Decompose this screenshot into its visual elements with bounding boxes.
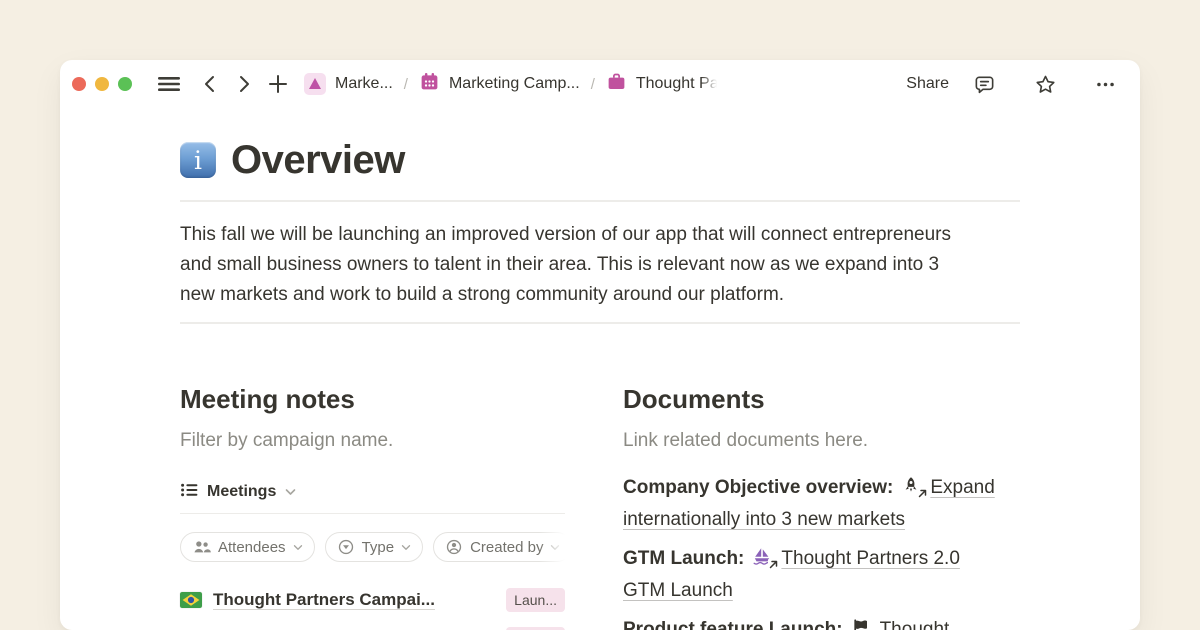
window-topbar: Marke... / Marketing Camp... / [60, 60, 1140, 108]
filter-chip-attendees[interactable]: Attendees [180, 532, 315, 562]
intro-paragraph: This fall we will be launching an improv… [180, 220, 1020, 310]
document-links: Company Objective overview: Expandintern… [623, 472, 1005, 630]
breadcrumb-item-workspace[interactable]: Marke... [304, 73, 393, 95]
traffic-lights [72, 77, 132, 91]
minimize-window-button[interactable] [95, 77, 109, 91]
doc-page-link[interactable]: Thought [880, 619, 950, 630]
chevron-down-icon [285, 483, 296, 501]
list-item: Product feature Launch: Thought [623, 614, 1005, 630]
attendees-icon [192, 538, 211, 556]
brazil-flag-icon [180, 592, 202, 608]
view-tab-label: Meetings [207, 483, 276, 501]
row-title[interactable]: Thought Partners Campai... [213, 590, 435, 610]
new-page-icon[interactable] [268, 74, 288, 94]
two-column-layout: Meeting notes Filter by campaign name. M… [180, 384, 1020, 630]
intro-line: This fall we will be launching an improv… [180, 220, 1020, 250]
back-icon[interactable] [200, 74, 220, 94]
meeting-notes-caption: Filter by campaign name. [180, 428, 565, 454]
divider [180, 322, 1020, 324]
bulleted-list-icon [180, 481, 198, 504]
documents-caption: Link related documents here. [623, 428, 1005, 454]
favorite-star-icon[interactable] [1034, 73, 1057, 96]
page-content: i Overview This fall we will be launchin… [60, 136, 1140, 630]
documents-heading: Documents [623, 384, 1005, 414]
filter-chips-row: Attendees Type [180, 531, 565, 563]
breadcrumb-label: Thought Pa [636, 75, 719, 93]
flag-icon [851, 617, 872, 630]
comments-icon[interactable] [973, 73, 996, 96]
link-arrow-icon [917, 488, 927, 498]
doc-label: GTM Launch: [623, 548, 744, 569]
breadcrumb-label: Marketing Camp... [449, 75, 580, 93]
chevron-down-icon [293, 544, 303, 551]
forward-icon[interactable] [234, 74, 254, 94]
sidebar-toggle-icon[interactable] [158, 74, 180, 94]
briefcase-icon [606, 71, 627, 97]
list-item: Company Objective overview: Expandintern… [623, 472, 1005, 536]
divider [180, 200, 1020, 202]
status-badge: Laun... [506, 588, 565, 612]
breadcrumb-separator: / [404, 76, 408, 93]
meeting-rows: Thought Partners Campai... Laun... Thoug… [180, 585, 565, 630]
breadcrumb: Marke... / Marketing Camp... / [304, 71, 719, 97]
type-icon [337, 538, 355, 556]
zoom-window-button[interactable] [118, 77, 132, 91]
close-window-button[interactable] [72, 77, 86, 91]
calendar-icon [419, 71, 440, 97]
table-row[interactable]: Thought Partners Campai... Laun... [180, 585, 565, 615]
info-emoji: i [180, 142, 216, 178]
meeting-notes-heading: Meeting notes [180, 384, 565, 414]
chip-label: Created by [470, 539, 543, 556]
sailboat-icon [752, 546, 773, 566]
chip-label: Type [362, 539, 395, 556]
og-canvas: { "colors": { "background": "#F5EFE3", "… [0, 0, 1200, 630]
filter-chip-created-by[interactable]: Created by [433, 532, 565, 562]
table-row[interactable]: Thought Partners Campai... Laun... [180, 624, 565, 630]
link-arrow-icon [768, 559, 778, 569]
share-button[interactable]: Share [906, 75, 949, 93]
intro-line: new markets and work to build a strong c… [180, 280, 1020, 310]
filter-chip-type[interactable]: Type [325, 532, 424, 562]
chip-label: Attendees [218, 539, 286, 556]
notion-window: Marke... / Marketing Camp... / [60, 60, 1140, 630]
list-item: GTM Launch: Thought Partners 2.0GTM Laun… [623, 543, 1005, 607]
breadcrumb-item-marketing-campaigns[interactable]: Marketing Camp... [419, 71, 580, 97]
breadcrumb-label: Marke... [335, 75, 393, 93]
documents-column: Documents Link related documents here. C… [623, 384, 1005, 630]
topbar-actions: Share [906, 73, 1116, 96]
divider [180, 513, 565, 514]
database-view-tab[interactable]: Meetings [180, 480, 565, 504]
page-title: Overview [231, 138, 405, 183]
rocket-icon [901, 475, 922, 495]
page-title-row: i Overview [180, 136, 1020, 184]
chevron-down-icon [401, 544, 411, 551]
created-by-icon [445, 538, 463, 556]
doc-label: Company Objective overview: [623, 477, 893, 498]
breadcrumb-item-thought-partners[interactable]: Thought Pa [606, 71, 719, 97]
intro-line: and small business owners to talent in t… [180, 250, 1020, 280]
breadcrumb-separator: / [591, 76, 595, 93]
more-icon[interactable] [1095, 74, 1116, 95]
meeting-notes-column: Meeting notes Filter by campaign name. M… [180, 384, 565, 630]
chevron-down-icon [550, 544, 560, 551]
triangle-logo [304, 73, 326, 95]
doc-label: Product feature Launch: [623, 619, 843, 630]
